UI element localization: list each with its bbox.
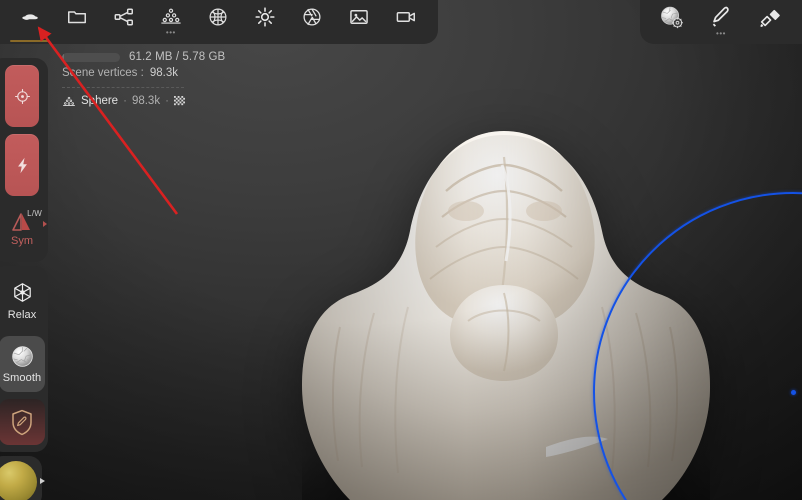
sidebar-item-relax[interactable]: Relax <box>0 273 45 329</box>
sidebar-item-smooth[interactable]: Smooth <box>0 336 45 392</box>
sidebar-item-lightning[interactable] <box>5 134 39 196</box>
target-dot-icon <box>13 87 32 106</box>
toolbar-item-post-process[interactable] <box>289 0 336 38</box>
image-icon <box>348 6 370 28</box>
sidebar-actions-panel: L/W Sym <box>0 58 48 262</box>
aperture-icon <box>301 6 323 28</box>
sculpted-mesh[interactable] <box>296 95 716 500</box>
toolbar-item-stroke-dots: ••• <box>716 29 726 38</box>
layer-vertex-count: 98.3k <box>131 95 161 107</box>
toolbar-item-topology[interactable] <box>100 0 147 38</box>
sidebar-item-symmetry[interactable]: L/W Sym <box>2 203 47 255</box>
left-sidebar: L/W Sym Relax Smooth <box>0 58 48 500</box>
material-expand-arrow-icon[interactable] <box>40 478 45 484</box>
video-camera-icon <box>395 6 417 28</box>
sphere-gear-icon <box>658 4 684 30</box>
smooth-label: Smooth <box>2 372 42 384</box>
toolbar-item-paint[interactable] <box>194 0 241 38</box>
mesh-dome-icon <box>62 95 76 107</box>
toolbar-item-stroke[interactable]: ••• <box>696 0 746 38</box>
top-right-toolbar: ••• <box>640 0 802 44</box>
toolbar-item-material-paint[interactable] <box>746 0 796 38</box>
sphere-grid-icon <box>207 6 229 28</box>
symmetry-label: Sym <box>11 235 33 247</box>
scene-info-overlay: 61.2 MB / 5.78 GB Scene vertices :98.3k … <box>62 51 292 107</box>
scene-vertices-row: Scene vertices : 98.3k <box>62 67 292 79</box>
brush-center-dot <box>791 390 796 395</box>
sidebar-item-mask[interactable] <box>0 399 45 445</box>
checker-grid-icon[interactable] <box>173 95 185 107</box>
layer-sep-1: · <box>123 95 127 107</box>
material-sphere-preview <box>0 461 37 500</box>
smooth-sphere-icon <box>10 344 35 369</box>
pen-icon <box>708 4 734 30</box>
toolbar-item-lighting[interactable] <box>242 0 289 38</box>
symmetry-axis-badge: L/W <box>27 209 42 218</box>
nomad-sculpt-window: ••• ••• 61.2 MB / 5.78 GB Scene vertices… <box>0 0 802 500</box>
toolbar-item-files[interactable] <box>53 0 100 38</box>
layer-name: Sphere <box>81 95 119 107</box>
lightning-bolt-icon <box>13 156 32 175</box>
toolbar-item-voxel-dots: ••• <box>165 28 176 37</box>
stack-icon <box>160 6 182 28</box>
layer-list-item[interactable]: Sphere · 98.3k · <box>62 95 292 107</box>
relax-label: Relax <box>7 309 37 321</box>
relax-polyhedron-icon <box>10 281 35 306</box>
layer-sep-2: · <box>165 95 169 107</box>
paint-roller-icon <box>758 4 784 30</box>
memory-usage-bar <box>62 52 120 62</box>
info-divider <box>62 87 184 88</box>
memory-row: 61.2 MB / 5.78 GB <box>62 51 292 63</box>
cloud-icon <box>19 6 41 28</box>
toolbar-item-scene-cloud[interactable] <box>6 0 53 42</box>
toolbar-item-brush-settings[interactable] <box>646 0 696 38</box>
toolbar-item-background[interactable] <box>336 0 383 38</box>
sidebar-tools-panel: Relax Smooth <box>0 266 48 452</box>
symmetry-expand-arrow-icon[interactable] <box>43 221 47 227</box>
sidebar-item-material-swatch[interactable] <box>0 456 45 500</box>
scene-vertices-value: 98.3k <box>149 67 178 79</box>
top-toolbar: ••• <box>0 0 438 44</box>
folder-icon <box>66 6 88 28</box>
shield-brush-icon <box>10 409 34 436</box>
share-nodes-icon <box>113 6 135 28</box>
sidebar-item-undo-target[interactable] <box>5 65 39 127</box>
sun-icon <box>254 6 276 28</box>
scene-vertices-label: Scene vertices : <box>62 67 144 79</box>
toolbar-item-record[interactable] <box>383 0 430 38</box>
toolbar-item-voxel[interactable]: ••• <box>147 0 194 38</box>
memory-usage-text: 61.2 MB / 5.78 GB <box>129 51 226 63</box>
symmetry-triangle-icon: L/W <box>7 209 47 233</box>
